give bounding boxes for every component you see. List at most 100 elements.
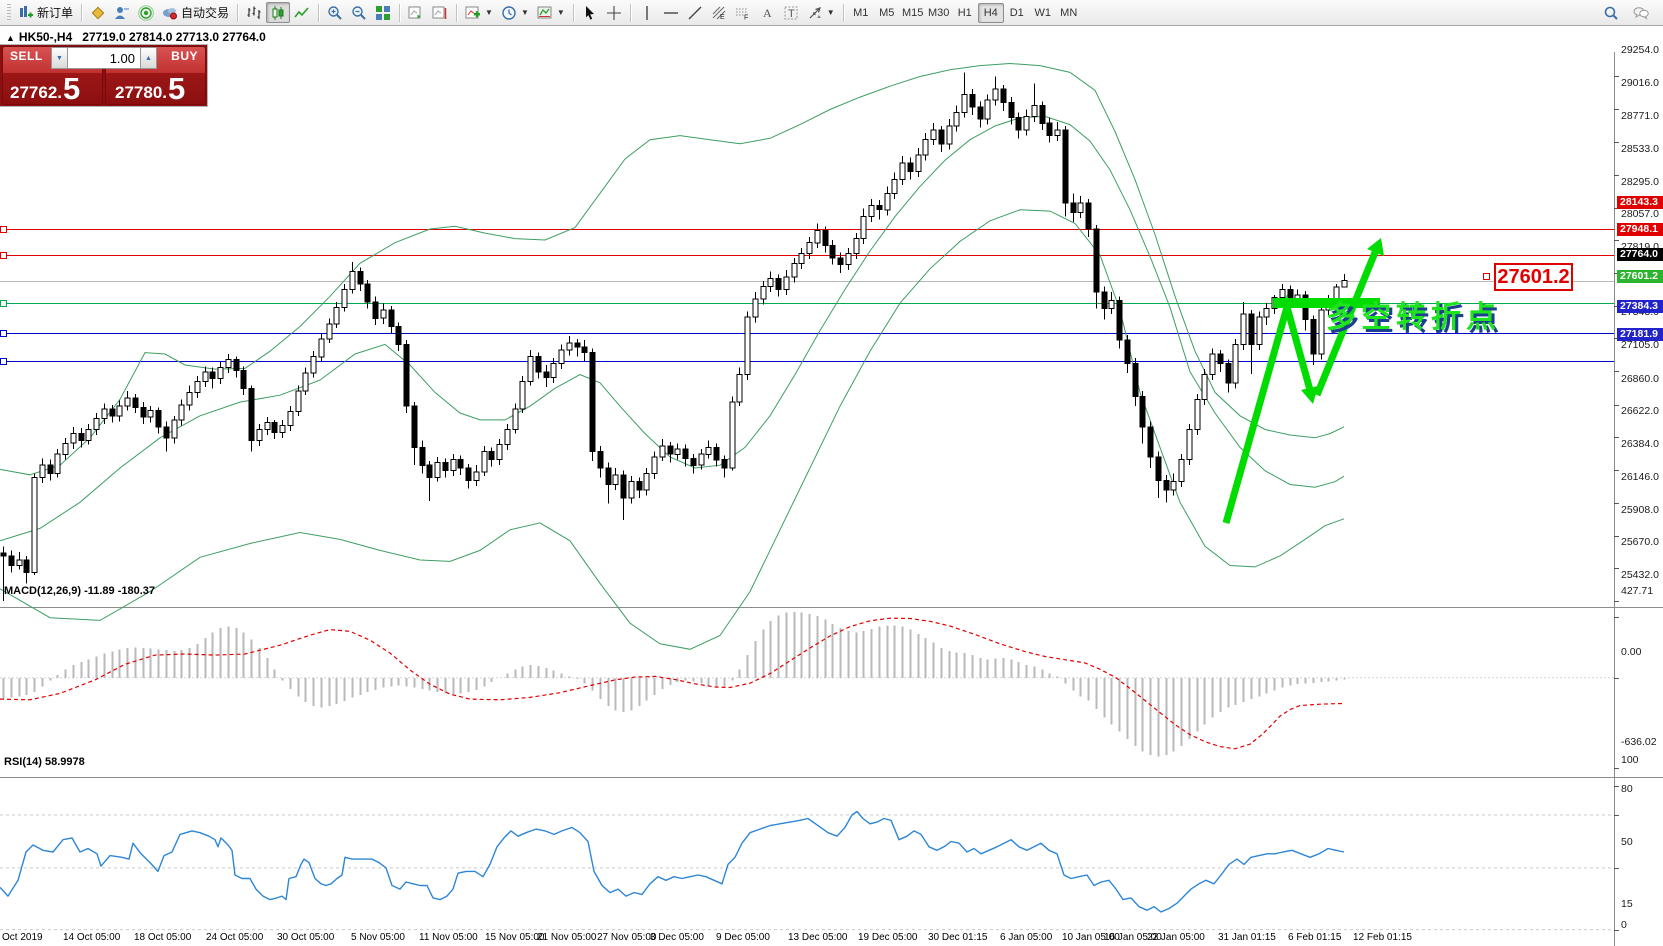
level-price-label: 28143.3 bbox=[1617, 196, 1663, 209]
rsi-axis-tick: 100 bbox=[1621, 754, 1639, 766]
rsi-axis-tick: 15 bbox=[1621, 898, 1633, 910]
timeframe-W1[interactable]: W1 bbox=[1030, 3, 1056, 23]
price-axis-tick: 25670.0 bbox=[1621, 536, 1659, 548]
timeframe-H1[interactable]: H1 bbox=[952, 3, 978, 23]
chat-button[interactable] bbox=[1629, 2, 1653, 23]
time-axis-label: 6 Jan 05:00 bbox=[1000, 932, 1052, 943]
price-axis-tick: 26860.0 bbox=[1621, 373, 1659, 385]
tile-icon bbox=[375, 5, 391, 21]
volume-control: ▼ ▲ bbox=[51, 47, 157, 69]
line-chart-icon bbox=[294, 5, 310, 21]
annotation-arrow-down-head bbox=[1301, 386, 1318, 404]
macd-axis-tick: 427.71 bbox=[1621, 585, 1653, 597]
price-axis-tick: 28057.0 bbox=[1621, 208, 1659, 220]
label-button[interactable]: T bbox=[779, 2, 803, 23]
hline-icon bbox=[663, 5, 679, 21]
chart-shift-button[interactable] bbox=[428, 2, 452, 23]
chinese-annotation-text[interactable]: 多空转折点 bbox=[1326, 292, 1501, 336]
toolbar-separator bbox=[573, 4, 574, 22]
chart-window[interactable] bbox=[0, 26, 1663, 946]
price-axis-tick: 26146.0 bbox=[1621, 471, 1659, 483]
price-callout-label[interactable]: 27601.2 bbox=[1494, 263, 1573, 291]
auto-trading-button-label: 自动交易 bbox=[181, 4, 229, 21]
time-axis-label: 22 Jan 05:00 bbox=[1147, 932, 1205, 943]
signals-button[interactable] bbox=[134, 2, 158, 23]
chart-shift-icon bbox=[432, 5, 448, 21]
time-axis-label: 15 Nov 05:00 bbox=[485, 932, 545, 943]
candle-chart-icon bbox=[270, 5, 286, 21]
toolbar-separator bbox=[630, 4, 631, 22]
sell-label: SELL bbox=[10, 49, 43, 63]
toolbar-separator bbox=[237, 4, 238, 22]
candle-chart-button[interactable] bbox=[266, 2, 290, 23]
crosshair-button[interactable] bbox=[602, 2, 626, 23]
crosshair-icon bbox=[606, 5, 622, 21]
rsi-label: RSI(14) 58.9978 bbox=[4, 756, 85, 768]
trendline-button[interactable] bbox=[683, 2, 707, 23]
callout-anchor-square bbox=[1483, 273, 1490, 280]
cursor-button[interactable] bbox=[578, 2, 602, 23]
hline-button[interactable] bbox=[659, 2, 683, 23]
new-order-button[interactable]: 新订单 bbox=[14, 2, 77, 23]
rsi-axis-tick: 0 bbox=[1621, 919, 1627, 931]
chart-svg[interactable] bbox=[0, 26, 1663, 946]
timeframe-H4[interactable]: H4 bbox=[978, 3, 1004, 23]
time-axis-label: 24 Oct 05:00 bbox=[206, 932, 263, 943]
collapse-panel-icon[interactable]: ▲ bbox=[6, 33, 15, 43]
time-axis-label: 27 Nov 05:00 bbox=[597, 932, 657, 943]
zoom-in-icon bbox=[327, 5, 343, 21]
timeframe-M1[interactable]: M1 bbox=[848, 3, 874, 23]
tile-windows-button[interactable] bbox=[371, 2, 395, 23]
vline-button[interactable] bbox=[635, 2, 659, 23]
shapes-button[interactable]: ▼ bbox=[803, 2, 839, 23]
toolbar-separator bbox=[843, 4, 844, 22]
tester-icon bbox=[114, 5, 130, 21]
timeframe-M15[interactable]: M15 bbox=[900, 3, 926, 23]
bar-chart-button[interactable] bbox=[242, 2, 266, 23]
templates-button[interactable]: ▼ bbox=[533, 2, 569, 23]
indicators-button[interactable]: ▼ bbox=[461, 2, 497, 23]
fibo-button[interactable]: E bbox=[707, 2, 731, 23]
chevron-down-icon: ▼ bbox=[827, 8, 835, 17]
auto-trading-button[interactable]: 自动交易 bbox=[158, 2, 233, 23]
rsi-line bbox=[0, 812, 1344, 913]
macd-label: MACD(12,26,9) -11.89 -180.37 bbox=[4, 585, 155, 597]
pane-borders bbox=[0, 52, 1663, 946]
volume-up-button[interactable]: ▲ bbox=[140, 47, 157, 69]
search-button[interactable] bbox=[1599, 2, 1623, 23]
chart-symbol-title: ▲HK50-,H427719.0 27814.0 27713.0 27764.0 bbox=[6, 30, 266, 44]
one-click-trade-panel: SELL 27762.5 BUY 27780.5 ▼ ▲ bbox=[0, 44, 208, 107]
trendline-icon bbox=[687, 5, 703, 21]
volume-down-button[interactable]: ▼ bbox=[51, 47, 68, 69]
price-axis-tick: 29254.0 bbox=[1621, 44, 1659, 56]
signal-icon bbox=[138, 5, 154, 21]
line-chart-button[interactable] bbox=[290, 2, 314, 23]
time-axis-label: 14 Oct 05:00 bbox=[63, 932, 120, 943]
candlestick-series bbox=[1, 72, 1347, 601]
level-price-label: 27181.9 bbox=[1617, 328, 1663, 341]
timeframe-MN[interactable]: MN bbox=[1056, 3, 1082, 23]
metaeditor-button[interactable] bbox=[86, 2, 110, 23]
timeframe-M5[interactable]: M5 bbox=[874, 3, 900, 23]
time-axis-label: 9 Dec 05:00 bbox=[716, 932, 770, 943]
rsi-axis-tick: 80 bbox=[1621, 783, 1633, 795]
annotation-objects[interactable] bbox=[1226, 238, 1384, 523]
toolbar-separator bbox=[81, 4, 82, 22]
macd-axis-tick: -636.02 bbox=[1621, 736, 1657, 748]
text-icon: A bbox=[759, 5, 775, 21]
macd-histogram bbox=[4, 612, 1345, 757]
zoom-in-button[interactable] bbox=[323, 2, 347, 23]
main-toolbar: 新订单自动交易▼▼▼EFAT▼M1M5M15M30H1H4D1W1MN bbox=[0, 0, 1663, 26]
volume-input[interactable] bbox=[68, 47, 140, 69]
zoom-out-button[interactable] bbox=[347, 2, 371, 23]
text-button[interactable]: A bbox=[755, 2, 779, 23]
timeframe-M30[interactable]: M30 bbox=[926, 3, 952, 23]
timeframe-D1[interactable]: D1 bbox=[1004, 3, 1030, 23]
chart-canvas[interactable] bbox=[0, 26, 1663, 946]
new-order-icon bbox=[18, 5, 34, 21]
auto-scroll-button[interactable] bbox=[404, 2, 428, 23]
bar-chart-icon bbox=[246, 5, 262, 21]
fibo-grid-button[interactable]: F bbox=[731, 2, 755, 23]
strategy-tester-button[interactable] bbox=[110, 2, 134, 23]
periods-button[interactable]: ▼ bbox=[497, 2, 533, 23]
